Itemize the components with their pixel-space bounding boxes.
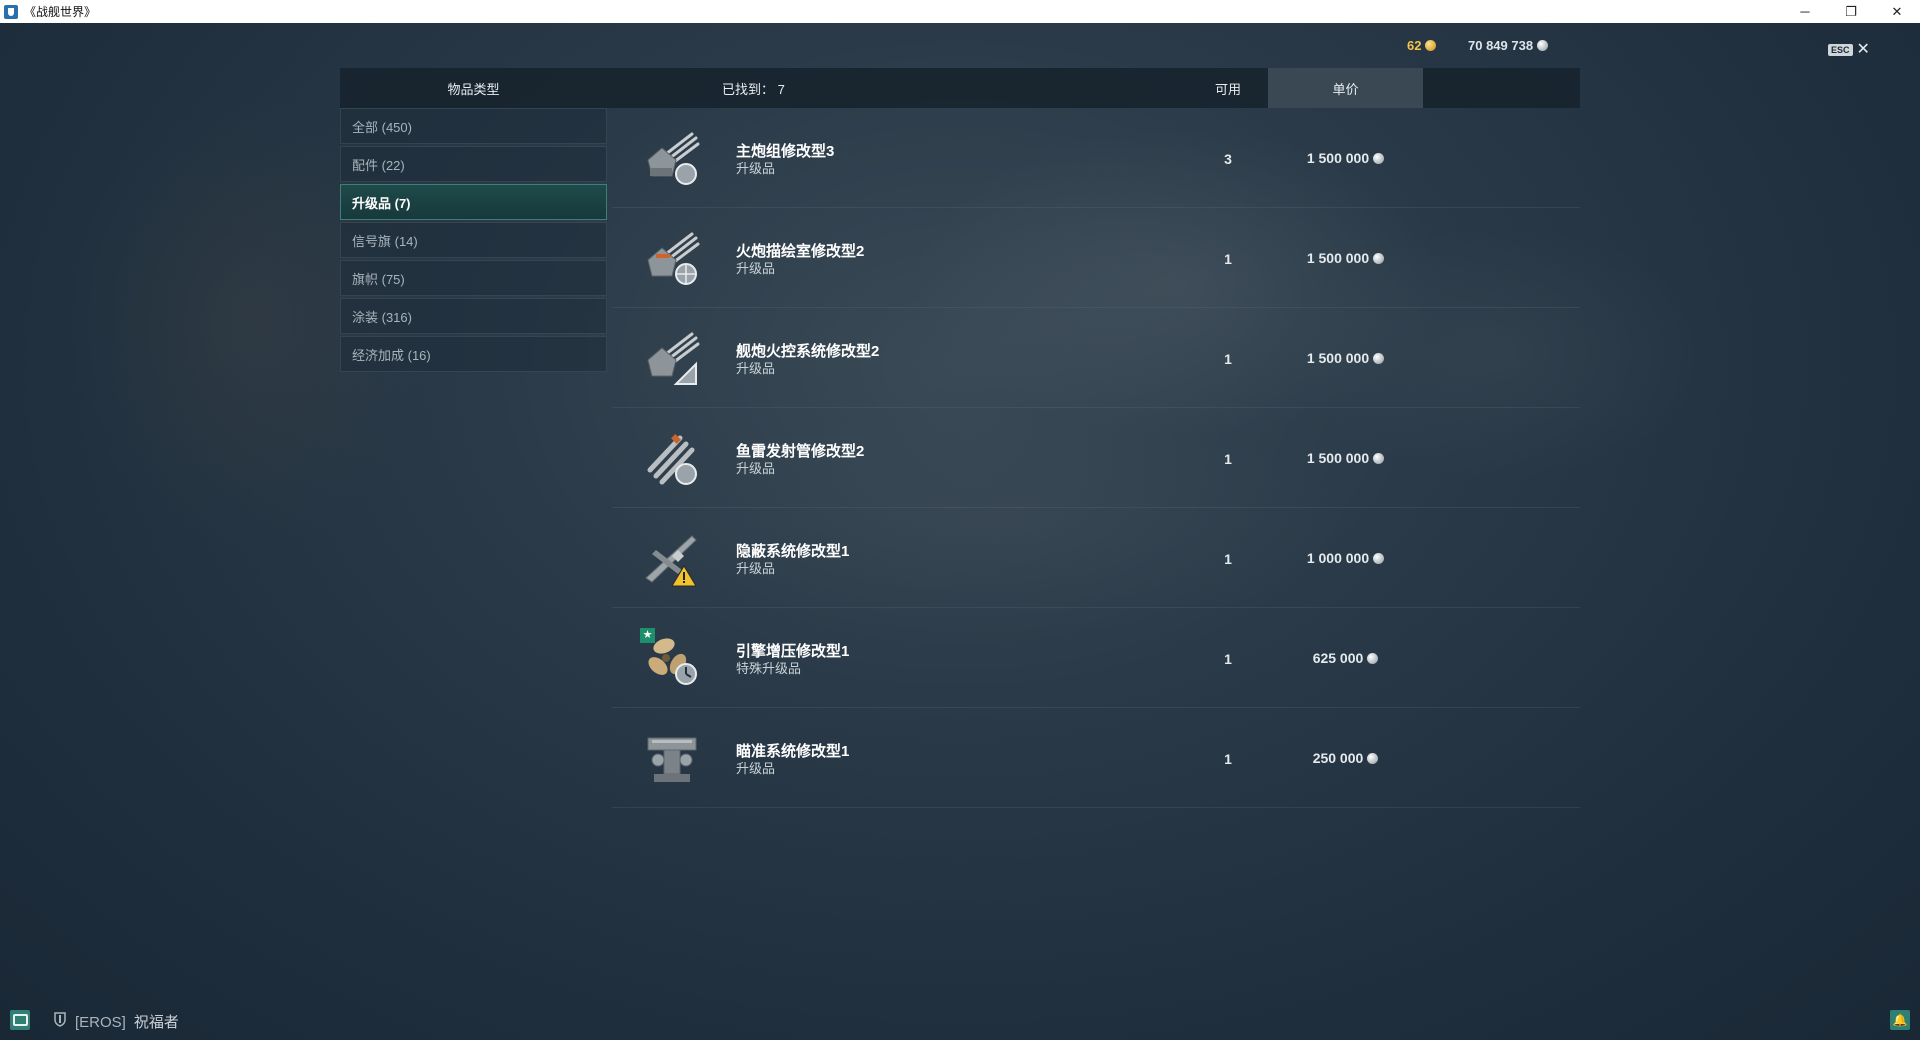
chat-icon[interactable] [10, 1010, 30, 1030]
silver-coin-icon [1373, 552, 1385, 564]
silver-coin-icon [1537, 40, 1549, 51]
price-value: 1 500 000 [1306, 250, 1370, 266]
item-list: 主炮组修改型3 升级品 3 1 500 000 火炮描绘室修改型2 升级品 1 … [612, 108, 1580, 808]
item-type: 升级品 [736, 561, 776, 576]
price-value: 1 500 000 [1306, 350, 1370, 366]
special-star-icon: ★ [640, 628, 655, 643]
price-value: 1 500 000 [1306, 450, 1370, 466]
player-name: 祝福者 [133, 1014, 179, 1031]
price-value: 625 000 [1312, 650, 1364, 666]
esc-close-button[interactable]: ESC ✕ [1828, 41, 1870, 58]
list-item[interactable]: 瞄准系统修改型1 升级品 1 250 000 [612, 708, 1580, 808]
window-titlebar: 《战舰世界》 ─ ❐ ✕ [0, 0, 1920, 23]
fire-control-system-icon [642, 330, 702, 388]
price-value: 1 000 000 [1306, 550, 1370, 566]
item-available: 1 [1224, 251, 1232, 267]
list-item[interactable]: ★ 引擎增压修改型1 特殊升级品 1 625 000 [612, 608, 1580, 708]
item-price: 1 500 000 [1268, 450, 1423, 466]
notification-bell-icon[interactable]: 🔔 [1890, 1010, 1910, 1030]
item-type: 特殊升级品 [736, 661, 802, 676]
credits-display: 70 849 738 [1468, 38, 1549, 53]
doubloons-value: 62 [1407, 38, 1422, 53]
list-item[interactable]: 舰炮火控系统修改型2 升级品 1 1 500 000 [612, 308, 1580, 408]
esc-key-label: ESC [1828, 44, 1853, 56]
list-item[interactable]: 鱼雷发射管修改型2 升级品 1 1 500 000 [612, 408, 1580, 508]
item-type: 升级品 [736, 161, 776, 176]
gun-fire-control-icon [642, 230, 702, 288]
item-type: 升级品 [736, 461, 776, 476]
item-price: 1 500 000 [1268, 250, 1423, 266]
price-value: 1 500 000 [1306, 150, 1370, 166]
item-available: 1 [1224, 651, 1232, 667]
clan-tag: [EROS] [75, 1014, 126, 1031]
silver-coin-icon [1373, 452, 1385, 464]
category-signals[interactable]: 信号旗 (14) [340, 222, 607, 258]
item-available: 1 [1224, 751, 1232, 767]
silver-coin-icon [1367, 752, 1379, 764]
category-all[interactable]: 全部 (450) [340, 108, 607, 144]
clan-shield-icon [54, 1012, 66, 1027]
category-modules[interactable]: 配件 (22) [340, 146, 607, 182]
item-price: 625 000 [1268, 650, 1423, 666]
header-item-type: 物品类型 [447, 81, 500, 97]
category-camouflage[interactable]: 涂装 (316) [340, 298, 607, 334]
restore-button[interactable]: ❐ [1828, 0, 1874, 23]
item-available: 1 [1224, 551, 1232, 567]
category-upgrades[interactable]: 升级品 (7) [340, 184, 607, 220]
item-type: 升级品 [736, 261, 776, 276]
list-item[interactable]: 火炮描绘室修改型2 升级品 1 1 500 000 [612, 208, 1580, 308]
price-value: 250 000 [1312, 750, 1364, 766]
header-unit-price[interactable]: 单价 [1268, 68, 1423, 108]
item-type: 升级品 [736, 761, 776, 776]
concealment-icon [642, 530, 702, 588]
item-price: 1 000 000 [1268, 550, 1423, 566]
item-price: 250 000 [1268, 750, 1423, 766]
category-economic-bonuses[interactable]: 经济加成 (16) [340, 336, 607, 372]
player-info[interactable]: [EROS] 祝福者 [75, 1011, 179, 1032]
list-item[interactable]: 主炮组修改型3 升级品 3 1 500 000 [612, 108, 1580, 208]
silver-coin-icon [1373, 252, 1385, 264]
close-icon: ✕ [1856, 41, 1870, 58]
close-window-button[interactable]: ✕ [1874, 0, 1920, 23]
main-battery-icon [642, 130, 702, 188]
category-sidebar: 全部 (450) 配件 (22) 升级品 (7) 信号旗 (14) 旗帜 (75… [340, 108, 607, 374]
table-header: 物品类型 已找到： 7 可用 单价 [340, 68, 1580, 108]
app-icon [4, 4, 18, 19]
aiming-system-icon [642, 730, 702, 788]
header-found-count: 已找到： 7 [722, 81, 785, 97]
item-available: 1 [1224, 351, 1232, 367]
silver-coin-icon [1373, 152, 1385, 164]
item-available: 1 [1224, 451, 1232, 467]
credits-value: 70 849 738 [1468, 38, 1534, 53]
item-type: 升级品 [736, 361, 776, 376]
list-item[interactable]: 隐蔽系统修改型1 升级品 1 1 000 000 [612, 508, 1580, 608]
minimize-button[interactable]: ─ [1782, 0, 1828, 23]
item-available: 3 [1224, 151, 1232, 167]
header-available[interactable]: 可用 [1188, 68, 1268, 108]
window-title: 《战舰世界》 [24, 5, 97, 19]
category-flags[interactable]: 旗帜 (75) [340, 260, 607, 296]
silver-coin-icon [1367, 652, 1379, 664]
torpedo-tubes-icon [642, 430, 702, 488]
item-price: 1 500 000 [1268, 350, 1423, 366]
engine-boost-icon: ★ [640, 628, 702, 688]
item-price: 1 500 000 [1268, 150, 1423, 166]
gold-coin-icon [1425, 40, 1437, 51]
doubloons-display: 62 [1407, 38, 1437, 53]
silver-coin-icon [1373, 352, 1385, 364]
